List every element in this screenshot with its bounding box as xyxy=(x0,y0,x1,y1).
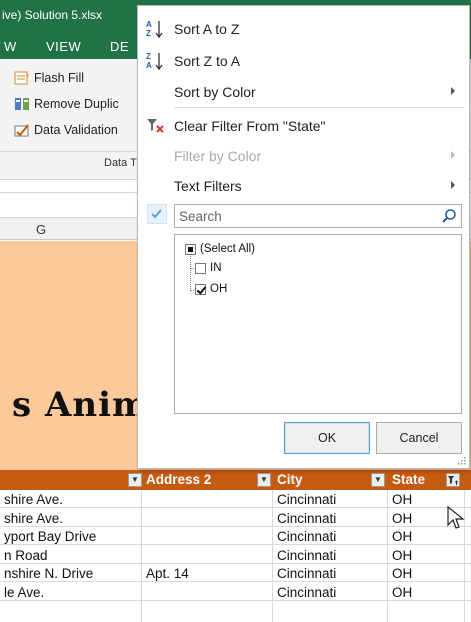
filter-active-icon xyxy=(448,476,458,485)
table-cell[interactable]: OH xyxy=(392,492,446,507)
flash-fill-button[interactable]: Flash Fill xyxy=(14,71,84,85)
filter-button-city[interactable]: ▼ xyxy=(371,473,385,487)
sort-a-to-z-item[interactable]: A Z Sort A to Z xyxy=(138,14,469,44)
column-header-g[interactable]: G xyxy=(36,222,46,237)
mouse-cursor-icon xyxy=(447,505,465,529)
table-cell[interactable]: Cincinnati xyxy=(277,566,385,581)
value-checkbox-oh[interactable] xyxy=(195,283,206,295)
table-cell[interactable]: shire Ave. xyxy=(4,511,138,526)
table-row[interactable]: nshire N. Drive Apt. 14 Cincinnati OH xyxy=(0,564,471,582)
flash-fill-label: Flash Fill xyxy=(34,71,85,85)
ok-button[interactable]: OK xyxy=(284,422,370,454)
data-validation-label: Data Validation xyxy=(34,123,118,137)
value-item-in[interactable]: IN xyxy=(195,262,222,274)
filter-values-list[interactable]: (Select All) IN OH xyxy=(174,234,462,414)
table-row[interactable]: n Road Cincinnati OH xyxy=(0,545,471,564)
select-all-checkbox[interactable] xyxy=(185,243,196,255)
value-label-oh: OH xyxy=(210,283,228,295)
svg-text:A: A xyxy=(146,61,152,70)
text-filters-label: Text Filters xyxy=(174,178,242,194)
table-cell[interactable]: Apt. 14 xyxy=(146,566,268,581)
sort-ascending-icon: A Z xyxy=(146,20,163,39)
table-cell[interactable]: shire Ave. xyxy=(4,492,138,507)
sort-descending-icon: Z A xyxy=(146,52,163,71)
menu-separator xyxy=(174,107,465,108)
grid-line xyxy=(387,490,388,622)
remove-duplicates-button[interactable]: Remove Duplic xyxy=(14,97,119,111)
header-state: State xyxy=(392,472,426,487)
table-cell[interactable]: OH xyxy=(392,529,446,544)
value-item-oh[interactable]: OH xyxy=(195,283,227,295)
svg-text:A: A xyxy=(146,20,152,29)
svg-text:Z: Z xyxy=(146,29,151,38)
value-checkbox-in[interactable] xyxy=(195,262,206,274)
grid-line xyxy=(272,490,273,622)
sort-z-to-a-label: Sort Z to A xyxy=(174,53,241,69)
sort-by-color-item[interactable]: Sort by Color xyxy=(138,77,469,107)
checkmark-icon xyxy=(151,209,162,219)
resize-grip-icon[interactable] xyxy=(458,457,466,465)
submenu-arrow-icon xyxy=(451,181,455,189)
text-filters-item[interactable]: Text Filters xyxy=(138,171,469,201)
select-all-label: (Select All) xyxy=(200,243,255,255)
data-validation-icon xyxy=(14,124,29,137)
table-cell[interactable]: nshire N. Drive xyxy=(4,566,138,581)
remove-duplicates-icon xyxy=(15,98,29,110)
sort-z-to-a-item[interactable]: Z A Sort Z to A xyxy=(138,46,469,76)
select-all-item[interactable]: (Select All) xyxy=(185,243,255,255)
table-cell[interactable]: OH xyxy=(392,548,446,563)
table-cell[interactable]: n Road xyxy=(4,548,138,563)
table-header-row: ▼ Address 2 ▼ City ▼ State xyxy=(0,470,471,490)
table-row[interactable]: yport Bay Drive Cincinnati OH xyxy=(0,527,471,545)
filter-by-color-label: Filter by Color xyxy=(174,148,262,164)
filter-button-address2[interactable]: ▼ xyxy=(257,473,271,487)
clear-filter-item[interactable]: Clear Filter From "State" xyxy=(138,111,469,141)
tab-view[interactable]: VIEW xyxy=(46,39,81,54)
table-cell[interactable]: Cincinnati xyxy=(277,529,385,544)
filter-by-color-item: Filter by Color xyxy=(138,141,469,171)
window-title: ive) Solution 5.xlsx xyxy=(2,8,103,22)
search-placeholder: Search xyxy=(179,209,222,224)
remove-duplicates-label: Remove Duplic xyxy=(34,97,119,111)
data-validation-button[interactable]: Data Validation xyxy=(14,123,118,137)
submenu-arrow-icon xyxy=(451,151,455,159)
header-address-2: Address 2 xyxy=(146,472,212,487)
filter-active-button-state[interactable] xyxy=(446,473,460,487)
clear-filter-icon xyxy=(147,119,164,133)
checkmark-gutter xyxy=(147,204,167,224)
table-cell[interactable]: Cincinnati xyxy=(277,585,385,600)
tree-connector xyxy=(190,253,191,291)
clear-filter-label: Clear Filter From "State" xyxy=(174,118,326,134)
filter-search-input[interactable]: Search xyxy=(174,204,462,228)
table-cell[interactable]: OH xyxy=(392,511,446,526)
table-cell[interactable]: OH xyxy=(392,566,446,581)
table-cell[interactable]: le Ave. xyxy=(4,585,138,600)
filter-dropdown-menu: A Z Sort A to Z Z A Sort Z to A Sort by … xyxy=(137,5,470,469)
search-icon xyxy=(442,209,456,223)
banner-title: s Anim xyxy=(12,385,149,425)
sort-by-color-label: Sort by Color xyxy=(174,84,256,100)
table-cell[interactable]: Cincinnati xyxy=(277,511,385,526)
table-row[interactable]: le Ave. Cincinnati OH xyxy=(0,582,471,601)
table-cell[interactable]: OH xyxy=(392,585,446,600)
table-cell[interactable]: Cincinnati xyxy=(277,548,385,563)
tab-developer[interactable]: DE xyxy=(110,39,129,54)
ribbon-group-label: Data T xyxy=(104,157,137,169)
cancel-button[interactable]: Cancel xyxy=(376,422,462,454)
value-label-in: IN xyxy=(210,262,222,274)
table-row[interactable]: shire Ave. Cincinnati OH xyxy=(0,490,471,508)
submenu-arrow-icon xyxy=(451,87,455,95)
table-row[interactable]: shire Ave. Cincinnati OH xyxy=(0,508,471,527)
grid-line xyxy=(141,490,142,622)
table-cell[interactable]: yport Bay Drive xyxy=(4,529,138,544)
filter-button-address1[interactable]: ▼ xyxy=(128,473,142,487)
sort-a-to-z-label: Sort A to Z xyxy=(174,21,240,37)
table-cell[interactable]: Cincinnati xyxy=(277,492,385,507)
flash-fill-icon xyxy=(14,71,29,85)
svg-text:Z: Z xyxy=(146,52,151,61)
header-city: City xyxy=(277,472,303,487)
tab-review[interactable]: W xyxy=(4,39,17,54)
